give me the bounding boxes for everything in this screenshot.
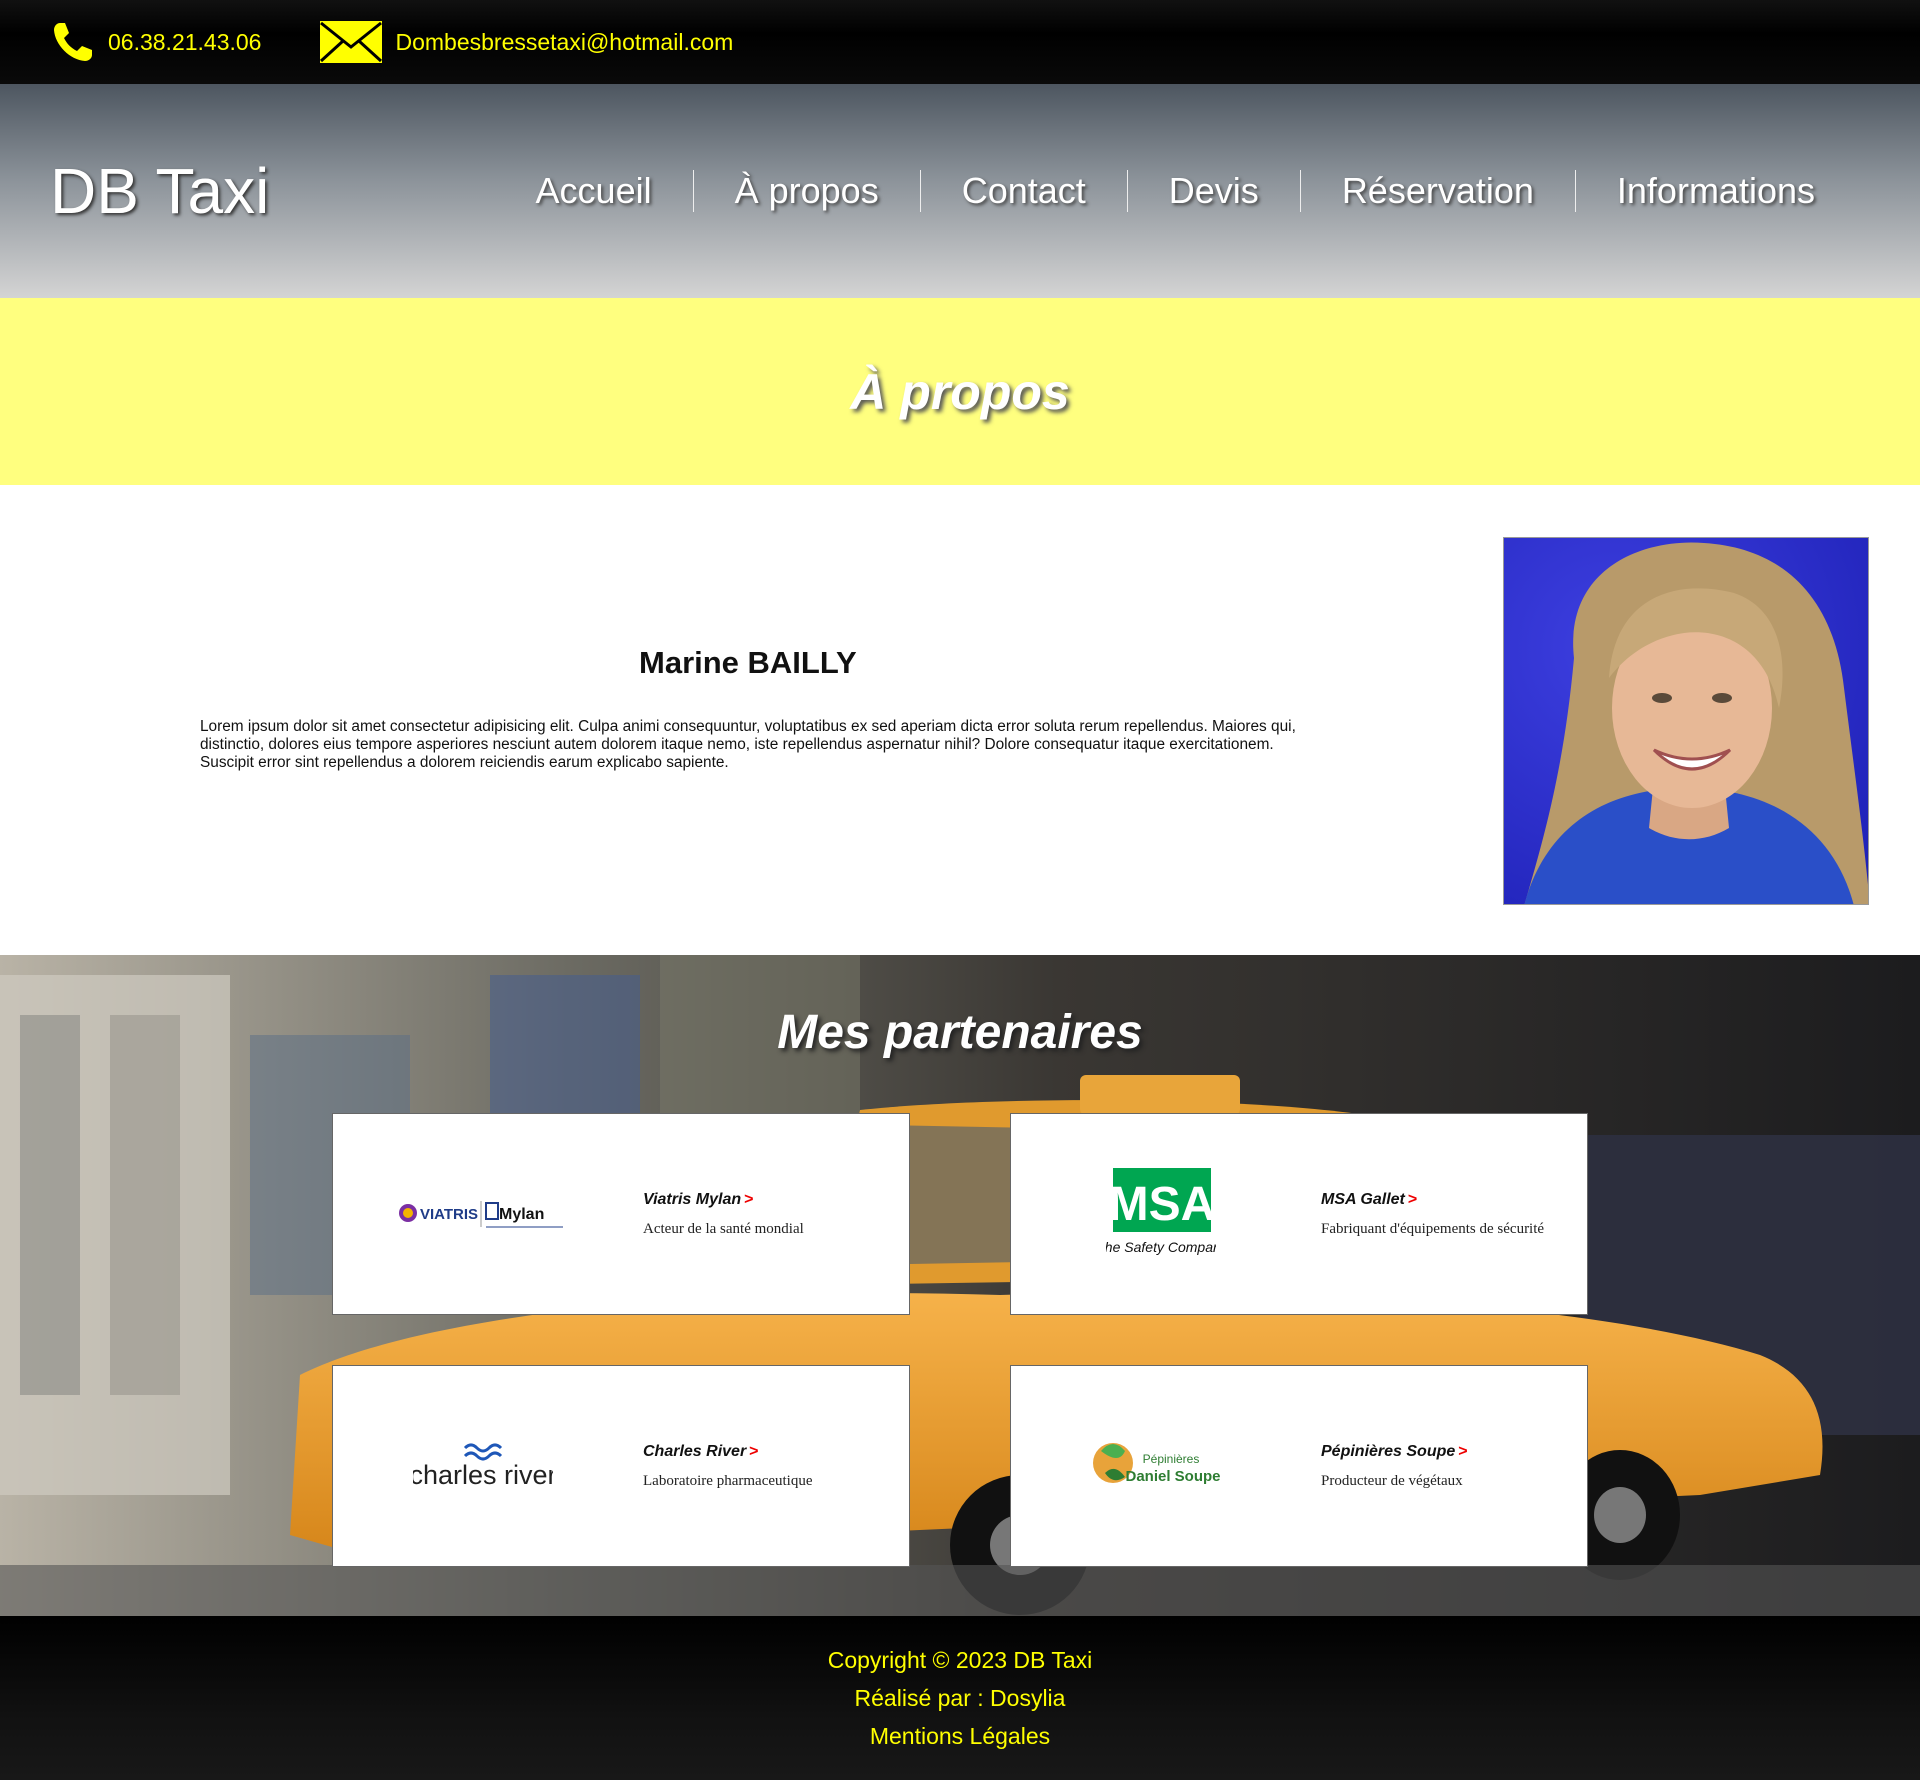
partner-description: Laboratoire pharmaceutique xyxy=(643,1472,813,1489)
phone-contact[interactable]: 06.38.21.43.06 xyxy=(50,19,261,65)
partner-text: Pépinières Soupe > Producteur de végétaux xyxy=(1321,1443,1468,1490)
nav-accueil[interactable]: Accueil xyxy=(495,170,693,212)
nav-informations[interactable]: Informations xyxy=(1574,170,1856,212)
partner-card-pepinieres[interactable]: Pépinières Daniel Soupe Pépinières Soupe… xyxy=(1010,1365,1588,1567)
charles-river-logo: charles river xyxy=(333,1396,633,1536)
legal-link[interactable]: Mentions Légales xyxy=(870,1717,1050,1755)
partner-text: Viatris Mylan > Acteur de la santé mondia… xyxy=(643,1191,804,1238)
partner-name[interactable]: MSA Gallet > xyxy=(1321,1191,1544,1209)
nav-reservation[interactable]: Réservation xyxy=(1299,170,1575,212)
page-title: À propos xyxy=(850,363,1070,420)
arrow-icon: > xyxy=(1407,1190,1418,1208)
person-name: Marine BAILLY xyxy=(639,645,857,680)
partner-text: Charles River > Laboratoire pharmaceutiqu… xyxy=(643,1443,813,1490)
partner-name[interactable]: Viatris Mylan > xyxy=(643,1191,804,1209)
page-hero: À propos xyxy=(0,298,1920,485)
svg-text:The Safety Company: The Safety Company xyxy=(1106,1239,1216,1255)
partner-card-charles-river[interactable]: charles river Charles River > Laboratoire… xyxy=(332,1365,910,1567)
email-contact[interactable]: Dombesbressetaxi@hotmail.com xyxy=(319,19,733,65)
partner-description: Producteur de végétaux xyxy=(1321,1472,1463,1489)
phone-link[interactable]: 06.38.21.43.06 xyxy=(108,29,261,56)
partner-description: Fabriquant d'équipements de sécurité xyxy=(1321,1220,1545,1237)
partner-name[interactable]: Pépinières Soupe > xyxy=(1321,1443,1468,1461)
phone-icon xyxy=(54,23,92,61)
nav-contact[interactable]: Contact xyxy=(919,170,1127,212)
partners-section: Mes partenaires VIATRIS Mylan Viatris My… xyxy=(0,955,1920,1616)
arrow-icon: > xyxy=(749,1442,759,1460)
svg-text:MSA: MSA xyxy=(1109,1178,1216,1231)
partner-description: Acteur de la santé mondial xyxy=(643,1220,804,1237)
about-text: Lorem ipsum dolor sit amet consectetur a… xyxy=(200,718,1296,771)
arrow-icon: > xyxy=(744,1190,754,1208)
viatris-mylan-logo: VIATRIS Mylan xyxy=(333,1144,633,1284)
msa-logo: MSA The Safety Company xyxy=(1011,1144,1311,1284)
pepinieres-soupe-logo: Pépinières Daniel Soupe xyxy=(1011,1396,1311,1536)
portrait-photo xyxy=(1503,537,1869,905)
mail-icon xyxy=(320,21,383,63)
nav-a-propos[interactable]: À propos xyxy=(692,170,920,212)
arrow-icon: > xyxy=(1458,1442,1468,1460)
site-header: DB Taxi Accueil À propos Contact Devis R… xyxy=(0,84,1920,298)
about-section: Marine BAILLY Lorem ipsum dolor sit amet… xyxy=(0,485,1920,955)
nav-devis[interactable]: Devis xyxy=(1126,170,1300,212)
main-nav: Accueil À propos Contact Devis Réservati… xyxy=(495,84,1856,298)
partner-card-msa[interactable]: MSA The Safety Company MSA Gallet> Fabri… xyxy=(1010,1113,1588,1315)
partner-card-viatris[interactable]: VIATRIS Mylan Viatris Mylan > Acteur de l… xyxy=(332,1113,910,1315)
svg-text:Mylan: Mylan xyxy=(499,1206,544,1223)
credit-link[interactable]: Réalisé par : Dosylia xyxy=(855,1679,1066,1717)
partners-title: Mes partenaires xyxy=(777,1006,1143,1059)
copyright-text: Copyright © 2023 DB Taxi xyxy=(827,1647,1093,1673)
site-logo[interactable]: DB Taxi xyxy=(50,154,269,228)
svg-text:charles river: charles river xyxy=(413,1460,553,1490)
contact-bar: 06.38.21.43.06 Dombesbressetaxi@hotmail.… xyxy=(0,0,1920,84)
partner-name[interactable]: Charles River > xyxy=(643,1443,813,1461)
site-footer: Copyright © 2023 DB Taxi Réalisé par : D… xyxy=(0,1616,1920,1780)
svg-text:Pépinières: Pépinières xyxy=(1143,1452,1200,1466)
svg-text:VIATRIS: VIATRIS xyxy=(420,1206,478,1223)
email-link[interactable]: Dombesbressetaxi@hotmail.com xyxy=(395,29,733,56)
partner-text: MSA Gallet > Fabriquant d'équipements de … xyxy=(1321,1191,1544,1238)
svg-text:Daniel Soupe: Daniel Soupe xyxy=(1125,1468,1220,1485)
